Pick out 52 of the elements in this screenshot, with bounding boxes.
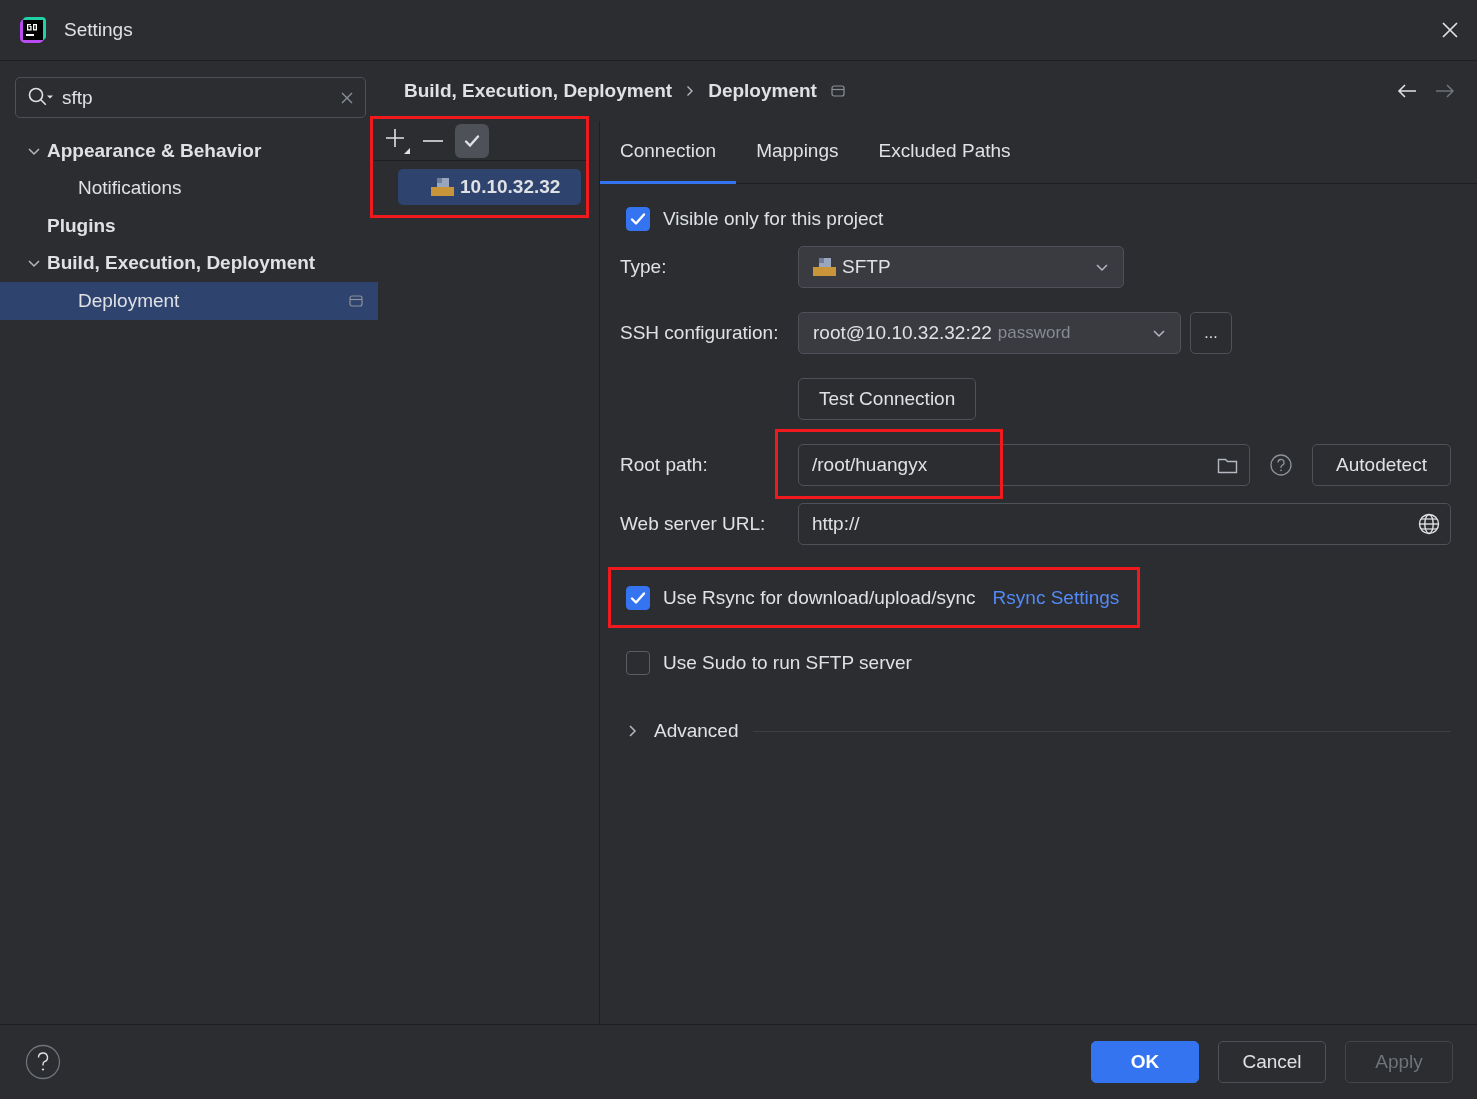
help-icon[interactable] [25, 1044, 61, 1080]
type-dropdown[interactable]: SFTP [798, 246, 1124, 288]
app-logo-icon [20, 17, 46, 43]
rsync-settings-link[interactable]: Rsync Settings [992, 586, 1120, 609]
window-title: Settings [64, 19, 134, 41]
breadcrumb-item[interactable]: Build, Execution, Deployment [404, 80, 673, 102]
root-path-field[interactable]: /root/huangyx [798, 444, 1250, 486]
advanced-section-toggle[interactable]: Advanced [654, 720, 739, 742]
tab[interactable]: Mappings [736, 121, 859, 184]
search-field[interactable]: sftp [15, 77, 366, 118]
back-arrow-icon[interactable] [1397, 83, 1417, 99]
ssh-configuration-dropdown[interactable]: root@10.10.32.32:22 password [798, 312, 1181, 354]
tree-item[interactable]: Appearance & Behavior [0, 132, 378, 170]
tree-item[interactable]: Deployment [0, 282, 378, 320]
checkbox[interactable] [626, 585, 650, 610]
more-button[interactable]: ... [1190, 312, 1232, 354]
pane-icon [830, 85, 845, 97]
breadcrumb-separator-icon [686, 85, 695, 97]
checkbox-label: Use Sudo to run SFTP server [663, 652, 912, 674]
clear-icon[interactable] [341, 91, 353, 104]
tree-item[interactable]: Plugins [0, 207, 378, 245]
add-icon[interactable] [385, 127, 411, 154]
breadcrumb-item[interactable]: Deployment [708, 80, 817, 102]
tab[interactable]: Connection [600, 121, 737, 184]
checkbox-label: Use Rsync for download/upload/sync [663, 586, 976, 609]
tree-item[interactable]: Build, Execution, Deployment [0, 244, 378, 282]
checkbox[interactable] [626, 207, 650, 231]
field-label: Root path: [620, 454, 709, 476]
field-label: Type: [620, 256, 668, 278]
autodetect-button[interactable]: Autodetect [1312, 444, 1451, 486]
checkbox-label: Visible only for this project [663, 208, 884, 230]
tree-item[interactable]: Notifications [0, 169, 378, 207]
ok-button[interactable]: OK [1091, 1041, 1199, 1083]
sftp-icon [431, 178, 454, 196]
forward-arrow-icon[interactable] [1435, 83, 1455, 99]
tab[interactable]: Excluded Paths [858, 121, 1031, 184]
field-label: Web server URL: [620, 513, 767, 535]
web-server-url-field[interactable]: http:// [798, 503, 1451, 545]
help-icon[interactable] [1270, 454, 1292, 476]
root-path-input[interactable]: /root/huangyx [812, 454, 1217, 476]
search-input[interactable]: sftp [62, 86, 333, 109]
globe-icon [1418, 513, 1440, 535]
close-icon[interactable] [1441, 21, 1459, 39]
server-item[interactable]: 10.10.32.32 [398, 169, 581, 205]
apply-check-button[interactable] [455, 123, 489, 158]
pane-icon [349, 294, 363, 307]
sftp-icon [813, 258, 836, 276]
checkbox[interactable] [626, 651, 650, 675]
dialog-button[interactable]: Cancel [1218, 1041, 1326, 1083]
web-server-url-input[interactable]: http:// [812, 513, 1418, 535]
test-connection-button[interactable]: Test Connection [798, 378, 977, 420]
field-label: SSH configuration: [620, 322, 780, 344]
